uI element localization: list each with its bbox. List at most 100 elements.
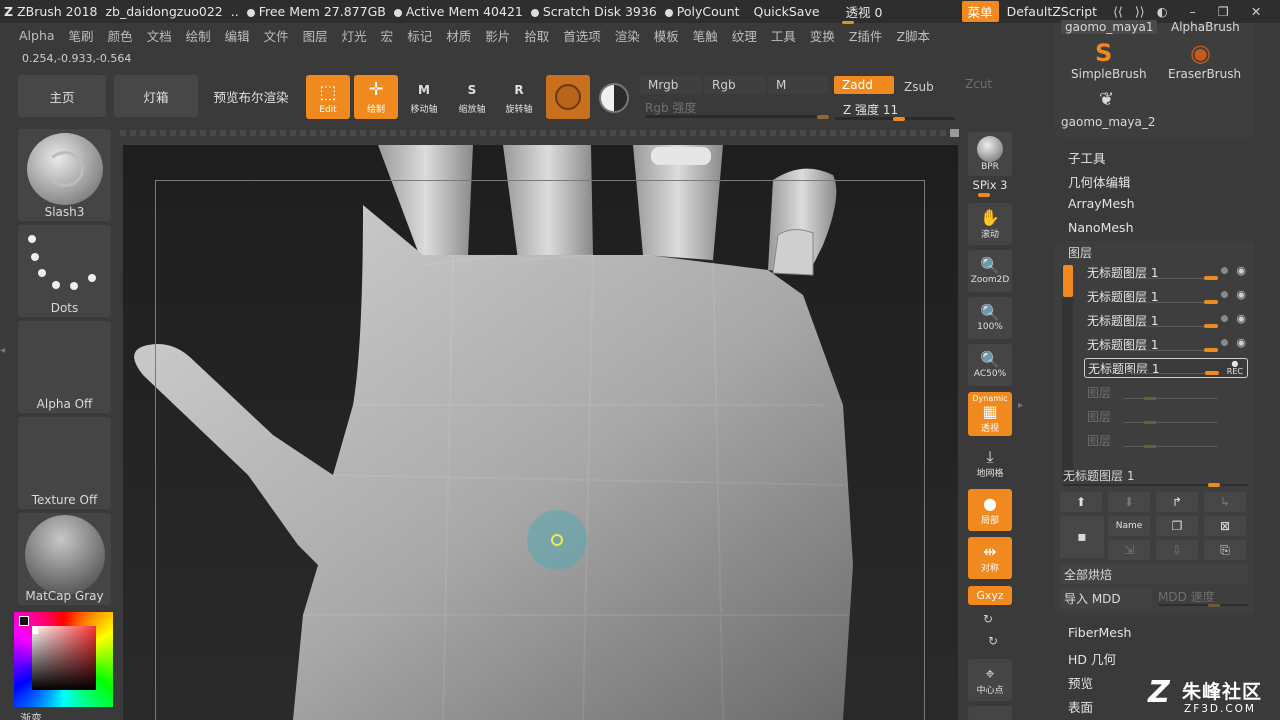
zadd-button[interactable]: Zadd xyxy=(834,76,894,94)
rgb-intensity-slider[interactable]: Rgb 强度 xyxy=(645,99,830,119)
layer-row[interactable]: 无标题图层 1 ◉ xyxy=(1084,310,1248,330)
layers-scrollbar[interactable] xyxy=(1062,265,1073,481)
nanomesh-section[interactable]: NanoMesh xyxy=(1068,220,1134,235)
simple-brush-icon[interactable]: S xyxy=(1095,39,1112,67)
layer-row[interactable]: 无标题图层 1 ◉ xyxy=(1084,334,1248,354)
layer-options-button[interactable]: ⎘ xyxy=(1204,540,1246,560)
menu-item[interactable]: Z脚本 xyxy=(889,26,937,45)
eye-icon[interactable]: ◉ xyxy=(1236,336,1246,349)
record-button[interactable]: ● REC xyxy=(1227,360,1243,376)
perspective-slider[interactable]: 透视 0 xyxy=(841,2,916,24)
zcut-button[interactable]: Zcut xyxy=(965,77,992,91)
move-view-button[interactable] xyxy=(968,706,1012,720)
color-picker[interactable] xyxy=(14,612,113,707)
import-mdd-button[interactable]: 导入 MDD xyxy=(1060,588,1152,608)
material-swatch-button[interactable] xyxy=(546,75,590,119)
layers-scroll-thumb[interactable] xyxy=(1063,265,1073,297)
bake-all-button[interactable]: 全部烘焙 xyxy=(1060,564,1248,584)
menu-item[interactable]: 文档 xyxy=(140,26,179,45)
new-layer-button[interactable]: ▪ xyxy=(1060,516,1104,558)
draw-button[interactable]: ✛ 绘制 xyxy=(354,75,398,119)
menu-item[interactable]: 笔触 xyxy=(686,26,725,45)
menu-item[interactable]: 拾取 xyxy=(517,26,556,45)
layer-row-selected[interactable]: 无标题图层 1 ● REC xyxy=(1084,358,1248,378)
move-button[interactable]: M 移动轴 xyxy=(402,75,446,119)
ac50-button[interactable]: 🔍 AC50% xyxy=(968,344,1012,386)
menu-item[interactable]: 标记 xyxy=(400,26,439,45)
color-swatch-button[interactable] xyxy=(596,80,632,116)
subtool-section[interactable]: 子工具 xyxy=(1068,148,1106,167)
menu-item[interactable]: 颜色 xyxy=(101,26,140,45)
eraser-brush-icon[interactable]: ◉ xyxy=(1190,39,1211,67)
secondary-color-swatch[interactable] xyxy=(32,628,38,634)
frame-center-button[interactable]: ⌖ 中心点 xyxy=(968,659,1012,701)
perspective-button[interactable]: Dynamic ▦ 透视 xyxy=(968,392,1012,436)
merge-down-button[interactable]: ⇲ xyxy=(1108,540,1150,560)
menu-item[interactable]: 首选项 xyxy=(556,26,608,45)
preview-section[interactable]: 预览 xyxy=(1068,673,1093,692)
menu-item[interactable]: Z插件 xyxy=(842,26,890,45)
brush-item-name[interactable]: EraserBrush xyxy=(1168,67,1241,81)
layout-icon[interactable]: ◐ xyxy=(1157,4,1168,19)
alpha-picker[interactable]: Alpha Off xyxy=(18,321,111,413)
spix-slider[interactable]: SPix 3 xyxy=(968,178,1012,197)
scale-button[interactable]: S 缩放轴 xyxy=(450,75,494,119)
lightbox-button[interactable]: 灯箱 xyxy=(114,75,198,117)
menu-item[interactable]: 图层 xyxy=(296,26,335,45)
actual-size-button[interactable]: 🔍 100% xyxy=(968,297,1012,339)
rgb-button[interactable]: Rgb xyxy=(704,76,766,94)
menu-item[interactable]: 灯光 xyxy=(335,26,374,45)
brush-item-name[interactable]: gaomo_maya_2 xyxy=(1061,115,1155,129)
brush-item-name[interactable]: SimpleBrush xyxy=(1071,67,1147,81)
menu-item[interactable]: 编辑 xyxy=(218,26,257,45)
zoom2d-button[interactable]: 🔍 Zoom2D xyxy=(968,250,1012,292)
menu-item[interactable]: Alpha xyxy=(12,28,62,43)
current-layer-slider[interactable]: 无标题图层 1 xyxy=(1063,467,1248,487)
divider-handle[interactable] xyxy=(950,129,959,137)
zsub-button[interactable]: Zsub xyxy=(896,78,956,96)
arraymesh-section[interactable]: ArrayMesh xyxy=(1068,196,1135,211)
brush-item-name[interactable]: gaomo_maya1 xyxy=(1061,20,1158,34)
eye-icon[interactable]: ◉ xyxy=(1236,312,1246,325)
bpr-preview-button[interactable]: 预览布尔渲染 xyxy=(206,75,296,117)
left-tray-handle[interactable]: ◂ xyxy=(0,345,8,405)
delete-layer-button[interactable]: ⊠ xyxy=(1204,516,1246,536)
layer-name-button[interactable]: Name xyxy=(1108,516,1150,536)
menu-item[interactable]: 影片 xyxy=(478,26,517,45)
floor-grid-button[interactable]: ⤓ 地网格 xyxy=(968,443,1012,483)
layer-row[interactable]: 无标题图层 1 ◉ xyxy=(1084,262,1248,282)
edit-button[interactable]: ⬚ Edit xyxy=(306,75,350,119)
move-layer-down-button[interactable]: ⬇ xyxy=(1108,492,1150,512)
brush-picker[interactable]: Slash3 xyxy=(18,129,111,221)
menu-item[interactable]: 模板 xyxy=(647,26,686,45)
color-saturation-square[interactable] xyxy=(32,626,96,690)
rotate-button[interactable]: R 旋转轴 xyxy=(497,75,541,119)
layer-row[interactable]: 无标题图层 1 ◉ xyxy=(1084,286,1248,306)
texture-picker[interactable]: Texture Off xyxy=(18,417,111,509)
mrgb-button[interactable]: Mrgb xyxy=(640,76,702,94)
maya-brush-icon[interactable]: ❦ xyxy=(1099,89,1114,110)
menu-item[interactable]: 文件 xyxy=(257,26,296,45)
redo-layer-button[interactable]: ↱ xyxy=(1156,492,1198,512)
local-symmetry-button[interactable]: ● 局部 xyxy=(968,489,1012,531)
menu-item[interactable]: 工具 xyxy=(764,26,803,45)
bake-layer-button[interactable]: ⇩ xyxy=(1156,540,1198,560)
quicksave-button[interactable]: QuickSave xyxy=(754,4,820,19)
layers-title[interactable]: 图层 xyxy=(1068,244,1092,261)
stroke-picker[interactable]: Dots xyxy=(18,225,111,317)
scroll-button[interactable]: ✋ 滚动 xyxy=(968,203,1012,245)
bpr-render-button[interactable]: BPR xyxy=(968,132,1012,176)
gradient-label[interactable]: 渐变 xyxy=(20,710,42,720)
scroll-right-icon[interactable]: ⟩⟩ xyxy=(1135,4,1145,19)
fibermesh-section[interactable]: FiberMesh xyxy=(1068,625,1131,640)
scroll-left-icon[interactable]: ⟨⟨ xyxy=(1113,4,1123,19)
move-layer-up-button[interactable]: ⬆ xyxy=(1060,492,1102,512)
rotate-y-icon[interactable]: ↻ xyxy=(983,612,993,626)
surface-section[interactable]: 表面 xyxy=(1068,697,1093,716)
main-color-swatch[interactable] xyxy=(19,616,29,626)
restore-icon[interactable]: ❐ xyxy=(1218,4,1229,19)
zscript-button[interactable]: DefaultZScript xyxy=(1007,4,1098,19)
m-button[interactable]: M xyxy=(768,76,828,94)
menu-item[interactable]: 笔刷 xyxy=(62,26,101,45)
close-icon[interactable]: ✕ xyxy=(1251,4,1261,19)
